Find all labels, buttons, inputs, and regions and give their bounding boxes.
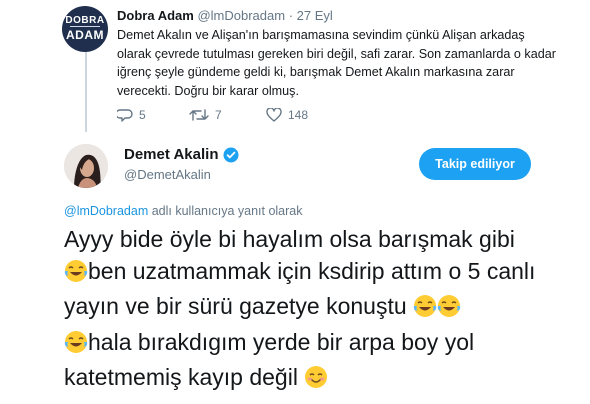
avatar-text-top: DOBRA [65,15,105,26]
smiling-blush-emoji [304,365,328,398]
following-button[interactable]: Takip ediliyor [419,148,531,180]
retweet-count: 7 [215,108,222,122]
reply-icon [117,109,133,122]
quoted-tweet-date[interactable]: 27 Eyl [297,8,333,23]
avatar-photo [64,144,108,188]
reply-action[interactable]: 5 [117,108,146,122]
verified-badge-icon [223,147,239,162]
avatar-divider [70,26,100,27]
retweet-action[interactable]: 7 [189,108,222,122]
tears-of-joy-emoji [413,294,437,327]
reply-mention-link[interactable]: @lmDobradam [64,204,148,218]
main-author-handle[interactable]: @DemetAkalin [124,167,211,182]
reply-count: 5 [139,108,146,122]
tears-of-joy-emoji [64,259,88,292]
quoted-avatar[interactable]: DOBRA ADAM [62,6,108,52]
tweet-text-part-1: Ayyy bide öyle bi hayalım olsa barışmak … [64,226,515,252]
main-author-name[interactable]: Demet Akalin [124,146,218,163]
reply-context: @lmDobradam adlı kullanıcıya yanıt olara… [64,204,303,218]
retweet-icon [189,109,209,121]
like-icon [266,108,282,122]
avatar-text-bottom: ADAM [66,28,104,42]
tears-of-joy-emoji [64,330,88,363]
thread-connector [85,52,87,132]
main-tweet-text: Ayyy bide öyle bi hayalım olsa barışmak … [64,224,564,398]
quoted-author-handle[interactable]: @lmDobradam [197,8,285,23]
tweet-text-part-3: hala bırakdıgım yerde bir arpa boy yol k… [64,328,475,391]
like-action[interactable]: 148 [266,108,308,122]
tears-of-joy-emoji [437,294,461,327]
quoted-tweet-header: Dobra Adam @lmDobradam · 27 Eyl [117,8,333,23]
quoted-author-name[interactable]: Dobra Adam [117,8,194,23]
like-count: 148 [288,108,309,122]
quoted-tweet-text: Demet Akalın ve Alişan'ın barışmamasına … [117,28,556,98]
header-separator: · [288,8,294,23]
main-author-name-row[interactable]: Demet Akalin [124,146,239,163]
tweet-text-part-2: ben uzatmammak için ksdirip attım o 5 ca… [64,257,536,320]
quoted-tweet[interactable]: DOBRA ADAM Dobra Adam @lmDobradam · 27 E… [0,0,590,132]
main-avatar[interactable] [64,144,108,188]
reply-context-suffix: adlı kullanıcıya yanıt olarak [148,204,303,218]
